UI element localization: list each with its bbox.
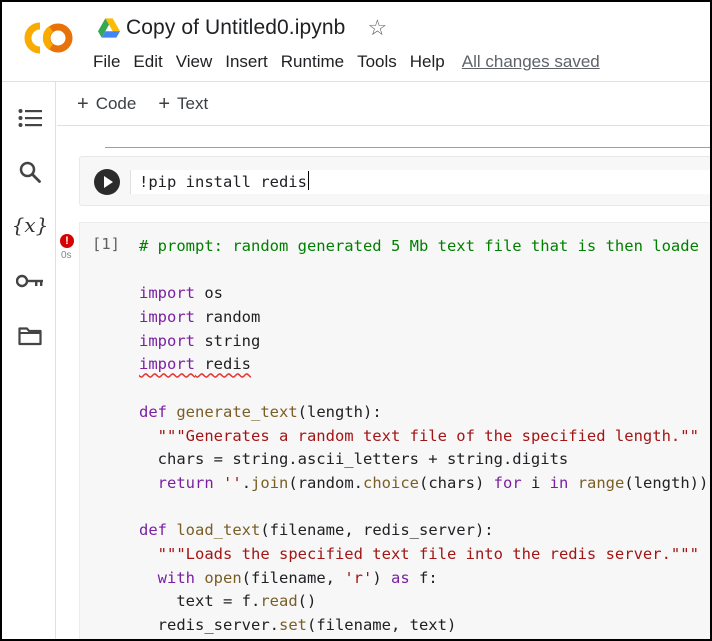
variables-icon[interactable]: {x}	[12, 211, 49, 239]
run-cell-button[interactable]	[94, 169, 120, 195]
add-code-button[interactable]: + Code	[77, 94, 136, 114]
key-icon[interactable]	[16, 267, 44, 295]
code-cell-main[interactable]: ! 0s [1] # prompt: random generated 5 Mb…	[60, 222, 710, 639]
code-line: text = f.read()	[139, 592, 317, 611]
plus-icon: +	[77, 92, 89, 115]
menu-bar: File Edit View Insert Runtime Tools Help…	[93, 52, 600, 72]
title-row: Copy of Untitled0.ipynb ☆	[98, 14, 387, 42]
code-line: """Generates a random text file of the s…	[157, 426, 699, 445]
star-icon[interactable]: ☆	[367, 17, 387, 39]
code-line: with open(filename, 'r') as f:	[157, 568, 438, 587]
execution-time: 0s	[61, 250, 72, 261]
code-line: # prompt: random generated 5 Mb text fil…	[139, 237, 699, 255]
folder-icon[interactable]	[16, 322, 44, 350]
menu-file[interactable]: File	[93, 52, 120, 72]
menu-help[interactable]: Help	[410, 52, 445, 72]
left-sidebar: {x}	[2, 82, 56, 639]
code-line: import redis	[139, 355, 251, 374]
save-status-link[interactable]: All changes saved	[462, 52, 600, 72]
menu-insert[interactable]: Insert	[225, 52, 268, 72]
code-line: def generate_text(length):	[139, 402, 382, 421]
execution-count: [1]	[92, 235, 120, 253]
table-of-contents-icon[interactable]	[16, 104, 44, 132]
menu-edit[interactable]: Edit	[133, 52, 162, 72]
code-line: ​	[139, 496, 708, 520]
add-text-label: Text	[177, 93, 209, 113]
code-line: return ''.join(random.choice(chars) for …	[157, 473, 709, 492]
code-line: chars = string.ascii_letters + string.di…	[139, 450, 569, 469]
menu-view[interactable]: View	[176, 52, 213, 72]
code-cell-pip[interactable]: !pip install redis	[79, 156, 710, 206]
code-line: """Loads the specified text file into th…	[157, 544, 699, 563]
play-icon	[104, 176, 113, 188]
add-text-button[interactable]: + Text	[158, 94, 208, 114]
code-editor[interactable]: !pip install redis	[130, 170, 710, 194]
cell-divider	[105, 147, 710, 148]
google-drive-icon[interactable]	[98, 18, 120, 38]
code-line: ​	[139, 377, 708, 401]
error-status-icon[interactable]: !	[60, 234, 74, 248]
add-code-label: Code	[95, 93, 137, 113]
header: Copy of Untitled0.ipynb ☆ File Edit View…	[2, 2, 710, 82]
search-icon[interactable]	[16, 158, 44, 186]
code-line: import string	[139, 331, 261, 350]
code-editor[interactable]: # prompt: random generated 5 Mb text fil…	[139, 235, 708, 638]
notebook-title[interactable]: Copy of Untitled0.ipynb	[126, 16, 345, 40]
colab-window: Copy of Untitled0.ipynb ☆ File Edit View…	[0, 0, 712, 641]
notebook-area[interactable]: !pip install redis ! 0s [1] # prompt: ra…	[57, 127, 710, 639]
code-line: import random	[139, 308, 261, 327]
code-line: import os	[139, 284, 223, 303]
plus-icon: +	[158, 92, 171, 115]
code-line: def load_text(filename, redis_server):	[139, 521, 494, 540]
code-line: redis_server.set(filename, text)	[139, 616, 457, 634]
code-line: ​	[139, 259, 708, 283]
menu-runtime[interactable]: Runtime	[281, 52, 344, 72]
text-cursor	[307, 171, 309, 190]
pip-command: !pip install redis	[139, 173, 307, 191]
menu-tools[interactable]: Tools	[357, 52, 397, 72]
cell-toolbar: + Code + Text	[57, 82, 710, 126]
colab-logo[interactable]	[20, 20, 76, 56]
